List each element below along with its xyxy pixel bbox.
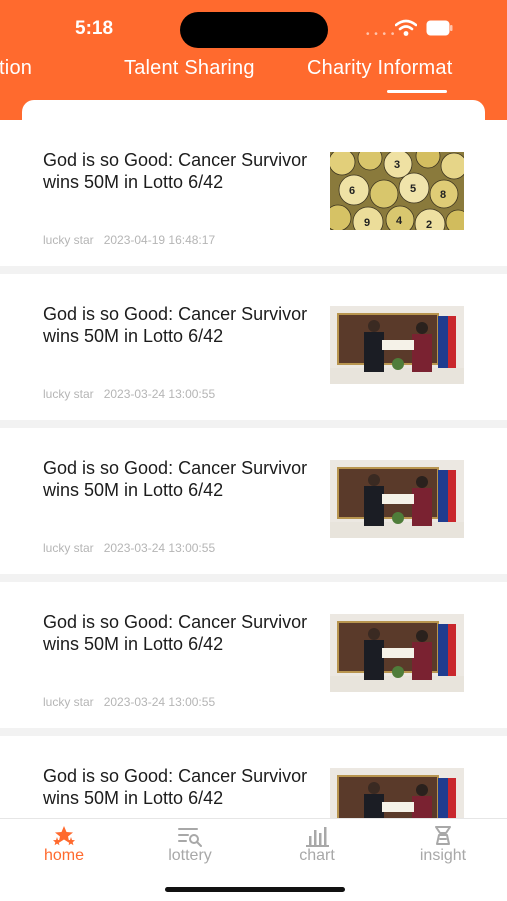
battery-icon [426, 20, 453, 36]
article-item[interactable]: God is so Good: Cancer Survivor wins 50M… [0, 582, 507, 728]
article-thumbnail-winner-photo [330, 768, 464, 818]
article-meta: lucky star 2023-04-19 16:48:17 [43, 233, 215, 247]
cellular-signal-icon: • • • • [366, 29, 396, 40]
home-stars-icon [53, 826, 75, 846]
tab-information[interactable]: rmation [0, 57, 32, 80]
article-thumbnail-lottery-balls: 5 6 3 2 9 8 4 [330, 152, 464, 230]
tab-charity-information[interactable]: Charity Informat [307, 57, 452, 80]
article-thumbnail-winner-photo [330, 306, 464, 384]
svg-text:3: 3 [394, 159, 400, 171]
article-date: 2023-03-24 13:00:55 [103, 695, 216, 709]
camera-notch [180, 12, 328, 48]
insight-icon [435, 826, 451, 845]
svg-text:2: 2 [426, 219, 432, 230]
tabbar-lottery-label: lottery [168, 847, 212, 864]
article-meta: lucky star 2023-03-24 13:00:55 [43, 695, 215, 709]
tabbar-lottery[interactable]: lottery [127, 819, 253, 879]
article-title: God is so Good: Cancer Survivor wins 50M… [43, 612, 308, 654]
home-indicator [165, 887, 345, 892]
wifi-icon [395, 19, 417, 36]
tabbar-chart-label: chart [299, 847, 335, 864]
tab-talent-sharing[interactable]: Talent Sharing [124, 57, 255, 80]
article-thumbnail-winner-photo [330, 460, 464, 538]
status-time: 5:18 [75, 18, 114, 39]
svg-text:8: 8 [440, 189, 446, 201]
svg-text:5: 5 [410, 183, 416, 195]
article-author: lucky star [43, 387, 94, 401]
article-date: 2023-03-24 13:00:55 [103, 541, 216, 555]
svg-text:6: 6 [349, 185, 355, 197]
tabbar-chart[interactable]: chart [254, 819, 380, 879]
svg-text:9: 9 [364, 217, 370, 229]
article-item[interactable]: God is so Good: Cancer Survivor wins 50M… [0, 428, 507, 574]
article-thumbnail-winner-photo [330, 614, 464, 692]
svg-text:4: 4 [396, 215, 403, 227]
active-tab-indicator [387, 90, 447, 93]
list-card-top [22, 100, 485, 120]
article-title: God is so Good: Cancer Survivor wins 50M… [43, 150, 308, 192]
tabbar-insight[interactable]: insight [380, 819, 506, 879]
article-author: lucky star [43, 695, 94, 709]
article-item[interactable]: God is so Good: Cancer Survivor wins 50M… [0, 736, 507, 818]
article-author: lucky star [43, 233, 94, 247]
article-date: 2023-03-24 13:00:55 [103, 387, 216, 401]
article-meta: lucky star 2023-03-24 13:00:55 [43, 387, 215, 401]
category-tabs: rmation Talent Sharing Charity Informat [0, 55, 507, 91]
article-title: God is so Good: Cancer Survivor wins 50M… [43, 304, 308, 346]
article-list[interactable]: God is so Good: Cancer Survivor wins 50M… [0, 100, 507, 818]
bar-chart-icon [306, 827, 329, 847]
tabbar-home-label: home [43, 847, 85, 864]
tabbar-insight-label: insight [419, 847, 467, 864]
article-date: 2023-04-19 16:48:17 [103, 233, 216, 247]
tabbar-home[interactable]: home [1, 819, 127, 879]
article-meta: lucky star 2023-03-24 13:00:55 [43, 541, 215, 555]
article-item[interactable]: God is so Good: Cancer Survivor wins 50M… [0, 274, 507, 420]
article-title: God is so Good: Cancer Survivor wins 50M… [43, 766, 308, 808]
article-author: lucky star [43, 541, 94, 555]
lottery-search-icon [178, 828, 202, 847]
article-item[interactable]: God is so Good: Cancer Survivor wins 50M… [0, 120, 507, 266]
article-title: God is so Good: Cancer Survivor wins 50M… [43, 458, 308, 500]
